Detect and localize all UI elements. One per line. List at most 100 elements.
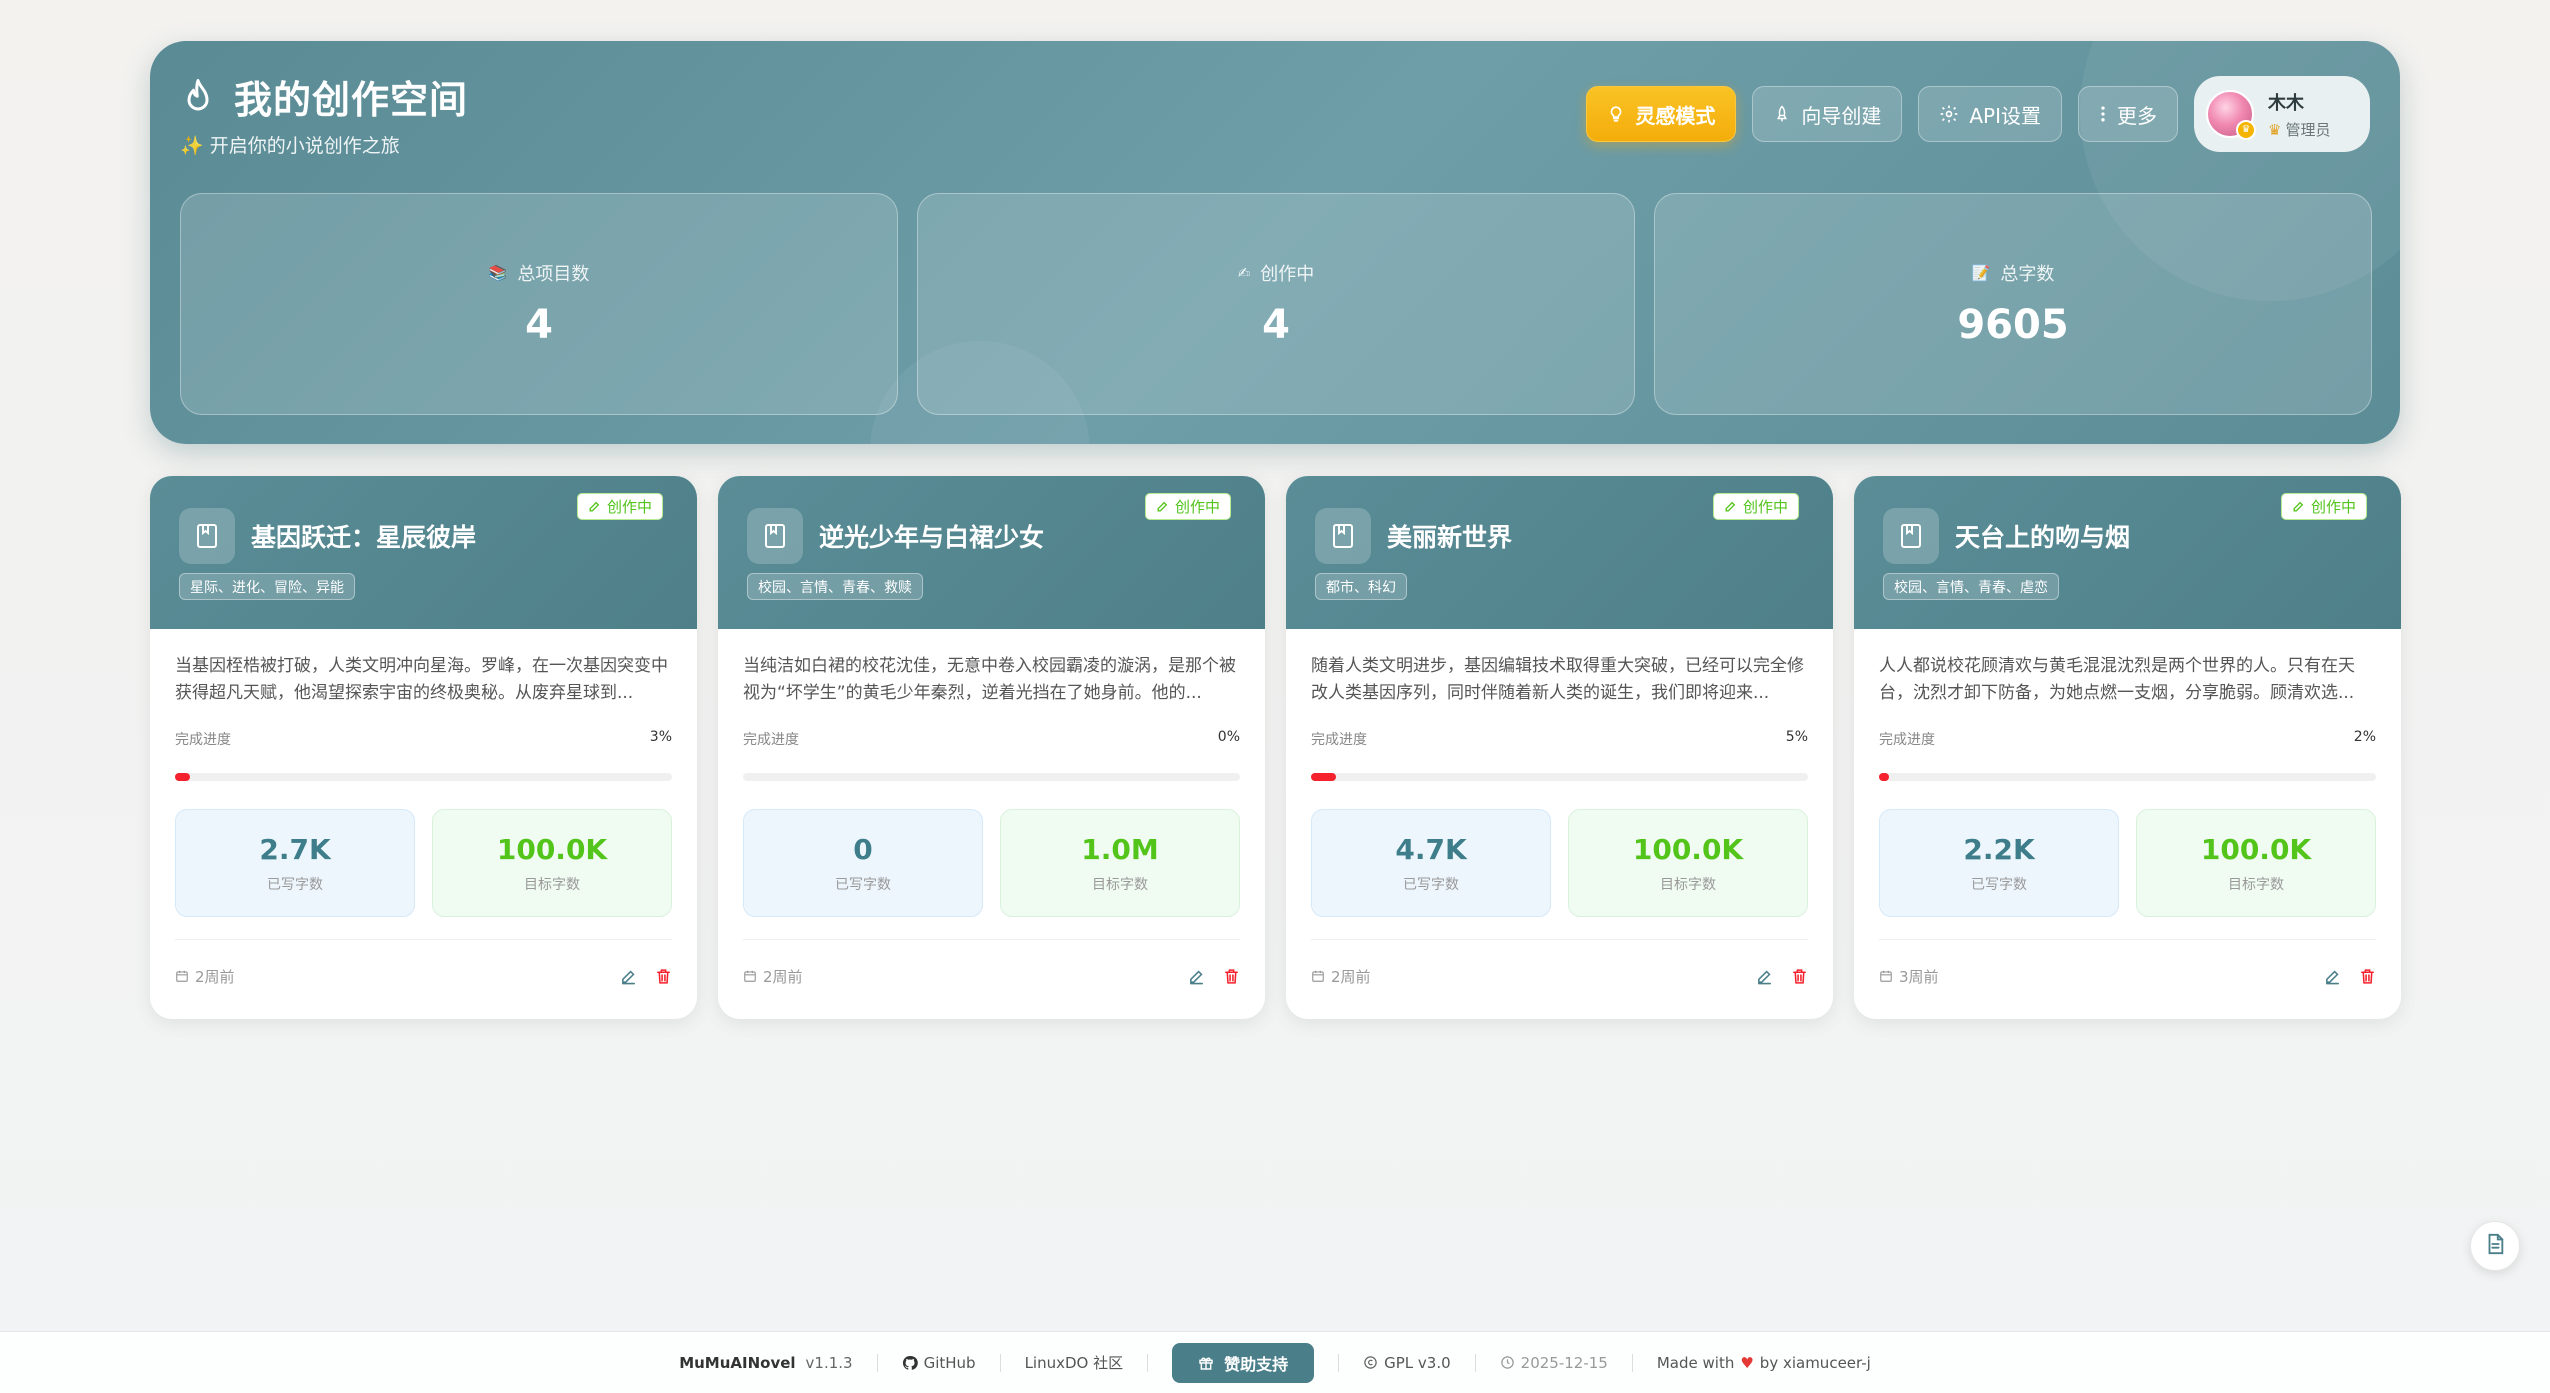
made-with-label: Made with: [1656, 1353, 1735, 1372]
book-icon: [1315, 508, 1371, 564]
edit-icon: [589, 501, 600, 512]
progress-row: 完成进度 0%: [743, 729, 1240, 749]
card-actions: [1738, 968, 1808, 985]
status-badge: 创作中: [1144, 493, 1231, 520]
github-icon: [902, 1355, 918, 1370]
progress-fill: [1879, 773, 1889, 781]
progress-percent: 5%: [1785, 729, 1808, 745]
header-panel: 我的创作空间 ✨ 开启你的小说创作之旅 灵感模式 向导创建 API设置 更多 ♛…: [150, 41, 2400, 444]
stat-value: 9605: [1957, 302, 2069, 348]
written-words-label: 已写字数: [1403, 876, 1459, 893]
more-button[interactable]: 更多: [2078, 86, 2178, 142]
writing-icon: ✍: [1237, 264, 1251, 282]
project-card[interactable]: 创作中 美丽新世界 都市、科幻 随着人类文明进步，基因编辑技术取得重大突破，已经…: [1286, 476, 1833, 1019]
target-words-value: 100.0K: [1632, 832, 1744, 866]
project-title[interactable]: 天台上的吻与烟: [1955, 518, 2130, 554]
project-card[interactable]: 创作中 天台上的吻与烟 校园、言情、青春、虐恋 人人都说校花顾清欢与黄毛混混沈烈…: [1854, 476, 2401, 1019]
community-label: LinuxDO 社区: [1024, 1354, 1124, 1372]
progress-label: 完成进度: [1879, 732, 1935, 748]
project-title[interactable]: 美丽新世界: [1387, 518, 1512, 554]
progress-bar: [743, 773, 1240, 781]
book-icon: [747, 508, 803, 564]
target-words-card: 100.0K 目标字数: [1568, 809, 1808, 917]
progress-row: 完成进度 5%: [1311, 729, 1808, 749]
crown-icon: ♛: [2236, 120, 2256, 140]
target-words-label: 目标字数: [1092, 876, 1148, 893]
target-words-value: 100.0K: [496, 832, 608, 866]
gear-icon: [1939, 104, 1959, 124]
updated-time: 2周前: [1311, 966, 1371, 987]
user-role-label: 管理员: [2285, 120, 2331, 139]
delete-icon[interactable]: [1791, 968, 1808, 985]
floating-document-button[interactable]: [2470, 1221, 2520, 1271]
project-card[interactable]: 创作中 逆光少年与白裙少女 校园、言情、青春、救赎 当纯洁如白裙的校花沈佳，无意…: [718, 476, 1265, 1019]
progress-percent: 3%: [649, 729, 672, 745]
memo-icon: 📝: [1971, 264, 1991, 282]
community-link[interactable]: LinuxDO 社区: [1025, 1352, 1124, 1373]
updated-time-label: 2周前: [195, 967, 235, 986]
lightbulb-icon: [1607, 104, 1625, 124]
edit-icon[interactable]: [2324, 968, 2341, 985]
footer-version: v1.1.3: [805, 1353, 853, 1372]
project-card[interactable]: 创作中 基因跃迁：星辰彼岸 星际、进化、冒险、异能 当基因桎梏被打破，人类文明冲…: [150, 476, 697, 1019]
user-profile-chip[interactable]: ♛ 木木 ♛ 管理员: [2194, 76, 2370, 152]
progress-label: 完成进度: [175, 732, 231, 748]
delete-icon[interactable]: [2359, 968, 2376, 985]
progress-percent: 2%: [2353, 729, 2376, 745]
project-list: 创作中 基因跃迁：星辰彼岸 星际、进化、冒险、异能 当基因桎梏被打破，人类文明冲…: [150, 476, 2401, 1019]
wizard-create-label: 向导创建: [1801, 103, 1882, 128]
stat-value: 4: [1262, 302, 1290, 348]
progress-row: 完成进度 3%: [175, 729, 672, 749]
rocket-icon: [1773, 104, 1791, 124]
updated-time-label: 2周前: [763, 967, 803, 986]
written-words-label: 已写字数: [1971, 876, 2027, 893]
delete-icon[interactable]: [655, 968, 672, 985]
updated-time: 2周前: [743, 966, 803, 987]
github-link[interactable]: GitHub: [902, 1354, 976, 1372]
calendar-icon: [176, 970, 188, 982]
stat-label: 总项目数: [517, 264, 590, 285]
status-label: 创作中: [1742, 498, 1788, 516]
progress-row: 完成进度 2%: [1879, 729, 2376, 749]
footer-divider: [1474, 1353, 1476, 1372]
status-label: 创作中: [606, 498, 652, 516]
sponsor-button[interactable]: 赞助支持: [1172, 1342, 1315, 1383]
footer-divider: [1147, 1353, 1149, 1372]
user-role: ♛ 管理员: [2268, 119, 2330, 140]
edit-icon: [1157, 501, 1168, 512]
footer-divider: [876, 1353, 878, 1372]
edit-icon[interactable]: [1188, 968, 1205, 985]
status-label: 创作中: [2310, 498, 2356, 516]
status-badge: 创作中: [576, 493, 663, 520]
api-settings-button[interactable]: API设置: [1918, 86, 2062, 142]
page-subtitle: ✨ 开启你的小说创作之旅: [180, 135, 400, 157]
status-badge: 创作中: [1712, 493, 1799, 520]
release-date-label: 2025-12-15: [1520, 1353, 1608, 1372]
card-header: 创作中 天台上的吻与烟 校园、言情、青春、虐恋: [1854, 476, 2401, 629]
copyright-icon: [1364, 1356, 1377, 1369]
wizard-create-button[interactable]: 向导创建: [1752, 86, 1903, 142]
progress-bar: [1311, 773, 1808, 781]
target-words-card: 100.0K 目标字数: [432, 809, 672, 917]
written-words-card: 2.2K 已写字数: [1879, 809, 2119, 917]
footer-brand: MuMuAINovel: [679, 1353, 796, 1372]
delete-icon[interactable]: [1223, 968, 1240, 985]
inspiration-mode-label: 灵感模式: [1635, 103, 1716, 128]
card-footer: 3周前: [1879, 940, 2376, 1012]
project-title[interactable]: 逆光少年与白裙少女: [819, 518, 1044, 554]
sponsor-label: 赞助支持: [1224, 1354, 1289, 1374]
edit-icon[interactable]: [1756, 968, 1773, 985]
progress-label: 完成进度: [1311, 732, 1367, 748]
edit-icon[interactable]: [620, 968, 637, 985]
card-header: 创作中 基因跃迁：星辰彼岸 星际、进化、冒险、异能: [150, 476, 697, 629]
book-icon: [1883, 508, 1939, 564]
project-title[interactable]: 基因跃迁：星辰彼岸: [251, 518, 476, 554]
project-description: 随着人类文明进步，基因编辑技术取得重大突破，已经可以完全修改人类基因序列，同时伴…: [1311, 656, 1804, 703]
inspiration-mode-button[interactable]: 灵感模式: [1586, 86, 1737, 142]
progress-bar: [175, 773, 672, 781]
card-footer: 2周前: [743, 940, 1240, 1012]
target-words-label: 目标字数: [524, 876, 580, 893]
release-date: 2025-12-15: [1500, 1354, 1608, 1372]
author-label: by xiamuceer-j: [1759, 1353, 1871, 1372]
target-words-value: 1.0M: [1081, 832, 1159, 866]
